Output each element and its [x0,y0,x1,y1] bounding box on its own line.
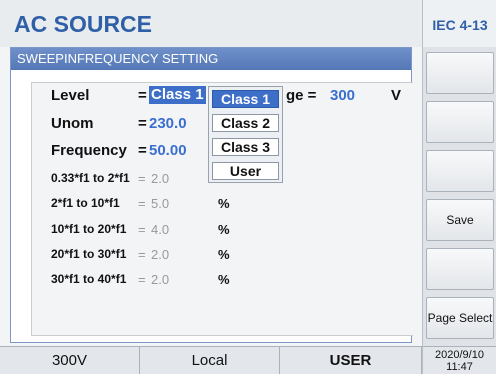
status-voltage: 300V [0,347,140,374]
level-eq: = [138,87,147,104]
level-dropdown: Class 1 Class 2 Class 3 User [208,86,283,183]
range-eq-5: = [138,272,146,287]
dropdown-option-class1[interactable]: Class 1 [212,90,279,108]
range-value-4[interactable]: 2.0 [151,247,169,262]
panel-title: SWEEPINFREQUENCY SETTING [11,48,411,70]
range-value-1[interactable]: 2.0 [151,171,169,186]
range-eq-4: = [138,247,146,262]
unom-eq: = [138,115,147,132]
range-value-5[interactable]: 2.0 [151,272,169,287]
range-label-1: 0.33*f1 to 2*f1 [51,171,130,185]
range-label-4: 20*f1 to 30*f1 [51,247,127,261]
status-date: 2020/9/10 [435,349,484,361]
softkey-2[interactable] [426,101,494,143]
dropdown-option-class3[interactable]: Class 3 [212,138,279,156]
app-title: AC SOURCE [14,11,153,37]
dropdown-option-user[interactable]: User [212,162,279,180]
dropdown-option-class2[interactable]: Class 2 [212,114,279,132]
range-unit-4: % [218,247,230,262]
save-button[interactable]: Save [426,199,494,241]
softkey-sidebar: IEC 4-13 Save Page Select [422,0,496,374]
range-unit-5: % [218,272,230,287]
status-mode: Local [140,347,280,374]
unom-label: Unom [51,115,94,132]
range-value-2[interactable]: 5.0 [151,196,169,211]
range-unit-2: % [218,196,230,211]
range-value-3[interactable]: 4.0 [151,222,169,237]
range-label-5: 30*f1 to 40*f1 [51,272,127,286]
range-eq-1: = [138,171,146,186]
frequency-value[interactable]: 50.00 [149,142,187,159]
frequency-label: Frequency [51,142,127,159]
range-label-3: 10*f1 to 20*f1 [51,222,127,236]
range-eq-3: = [138,222,146,237]
frequency-eq: = [138,142,147,159]
softkey-1[interactable] [426,52,494,94]
level-label: Level [51,87,90,104]
voltage-value[interactable]: 300 [330,87,355,104]
softkey-3[interactable] [426,150,494,192]
status-user: USER [280,347,422,374]
status-time: 11:47 [446,361,473,373]
status-bar: 300V Local USER [0,346,422,374]
voltage-unit: V [391,87,402,104]
level-field[interactable]: Class 1 [149,86,206,104]
page-select-button[interactable]: Page Select [426,297,494,339]
range-unit-3: % [218,222,230,237]
header-bar: AC SOURCE [0,0,422,47]
status-clock: 2020/9/10 11:47 [422,346,496,374]
range-label-2: 2*f1 to 10*f1 [51,196,120,210]
range-eq-2: = [138,196,146,211]
voltage-label-partial: ge = [286,87,317,104]
unom-value[interactable]: 230.0 [149,115,187,132]
sidebar-header: IEC 4-13 [423,0,496,47]
softkey-5[interactable] [426,248,494,290]
